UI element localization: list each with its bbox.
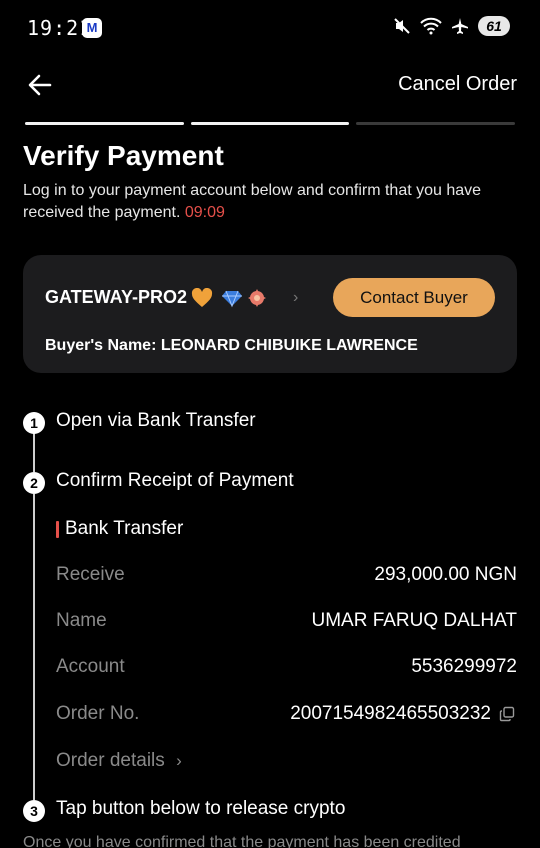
merchant-name: GATEWAY-PRO2 <box>45 287 188 307</box>
app-notification-icon: M <box>82 18 102 38</box>
buyer-name-label: Buyer's Name: <box>45 337 157 354</box>
detail-value[interactable]: UMAR FARUQ DALHAT <box>311 610 517 632</box>
detail-row-receive: Receive 293,000.00 NGN <box>56 564 517 590</box>
step-progress-bar <box>25 122 516 125</box>
detail-key: Receive <box>56 564 125 585</box>
merchant-name-link[interactable]: GATEWAY-PRO2 <box>45 287 267 308</box>
accent-bar <box>56 520 59 538</box>
countdown-timer: 09:09 <box>184 204 225 221</box>
buyer-name-row: Buyer's Name: LEONARD CHIBUIKE LAWRENCE <box>45 337 418 355</box>
detail-key: Account <box>56 656 125 677</box>
wifi-icon <box>420 17 442 35</box>
status-bar: 19:21 M 61 <box>0 0 540 56</box>
order-details-label: Order details <box>56 750 165 771</box>
battery-icon: 61 <box>478 16 510 36</box>
detail-row-name: Name UMAR FARUQ DALHAT <box>56 610 517 636</box>
step-connector-line <box>33 494 35 800</box>
merchant-badge-icon <box>248 288 267 307</box>
orange-heart-icon <box>191 287 213 307</box>
progress-segment <box>25 122 184 125</box>
detail-row-account: Account 5536299972 <box>56 656 517 682</box>
step-label-confirm-receipt: Confirm Receipt of Payment <box>56 470 294 491</box>
step-number-badge: 2 <box>23 472 45 494</box>
detail-value[interactable]: 293,000.00 NGN <box>374 564 517 586</box>
detail-value[interactable]: 5536299972 <box>411 656 517 678</box>
step-label-open-bank-transfer: Open via Bank Transfer <box>56 410 256 431</box>
buyer-name-value: LEONARD CHIBUIKE LAWRENCE <box>160 337 418 354</box>
progress-segment <box>190 122 350 125</box>
description-text: Log in to your payment account below and… <box>23 182 482 221</box>
step-label-release-crypto: Tap button below to release crypto <box>56 798 346 819</box>
chevron-right-icon: › <box>176 751 182 770</box>
detail-value[interactable]: 2007154982465503232 <box>290 703 491 725</box>
step-connector-line <box>33 432 35 472</box>
detail-key: Order No. <box>56 703 140 724</box>
cancel-order-button[interactable]: Cancel Order <box>398 73 517 96</box>
release-instructions-text: Once you have confirmed that the payment… <box>23 834 461 848</box>
back-arrow-icon[interactable] <box>26 71 54 99</box>
airplane-icon <box>452 18 468 34</box>
contact-buyer-button[interactable]: Contact Buyer <box>333 278 495 317</box>
copy-icon[interactable] <box>499 706 515 722</box>
detail-row-order-no: Order No. 2007154982465503232 <box>56 703 517 729</box>
step-number-badge: 3 <box>23 800 45 822</box>
payment-method-label: Bank Transfer <box>65 518 184 539</box>
page-description: Log in to your payment account below and… <box>23 180 523 224</box>
payment-method: Bank Transfer <box>56 518 183 540</box>
diamond-badge-icon <box>222 290 243 307</box>
status-icons: 61 <box>393 16 510 36</box>
buyer-card: GATEWAY-PRO2 › Contact Buyer Buyer's Nam… <box>23 255 517 373</box>
progress-segment <box>356 122 516 125</box>
mute-icon <box>394 18 410 34</box>
chevron-right-icon[interactable]: › <box>293 289 298 307</box>
page-title: Verify Payment <box>23 140 224 171</box>
detail-key: Name <box>56 610 107 631</box>
order-details-link[interactable]: Order details › <box>56 750 182 772</box>
step-number-badge: 1 <box>23 412 45 434</box>
